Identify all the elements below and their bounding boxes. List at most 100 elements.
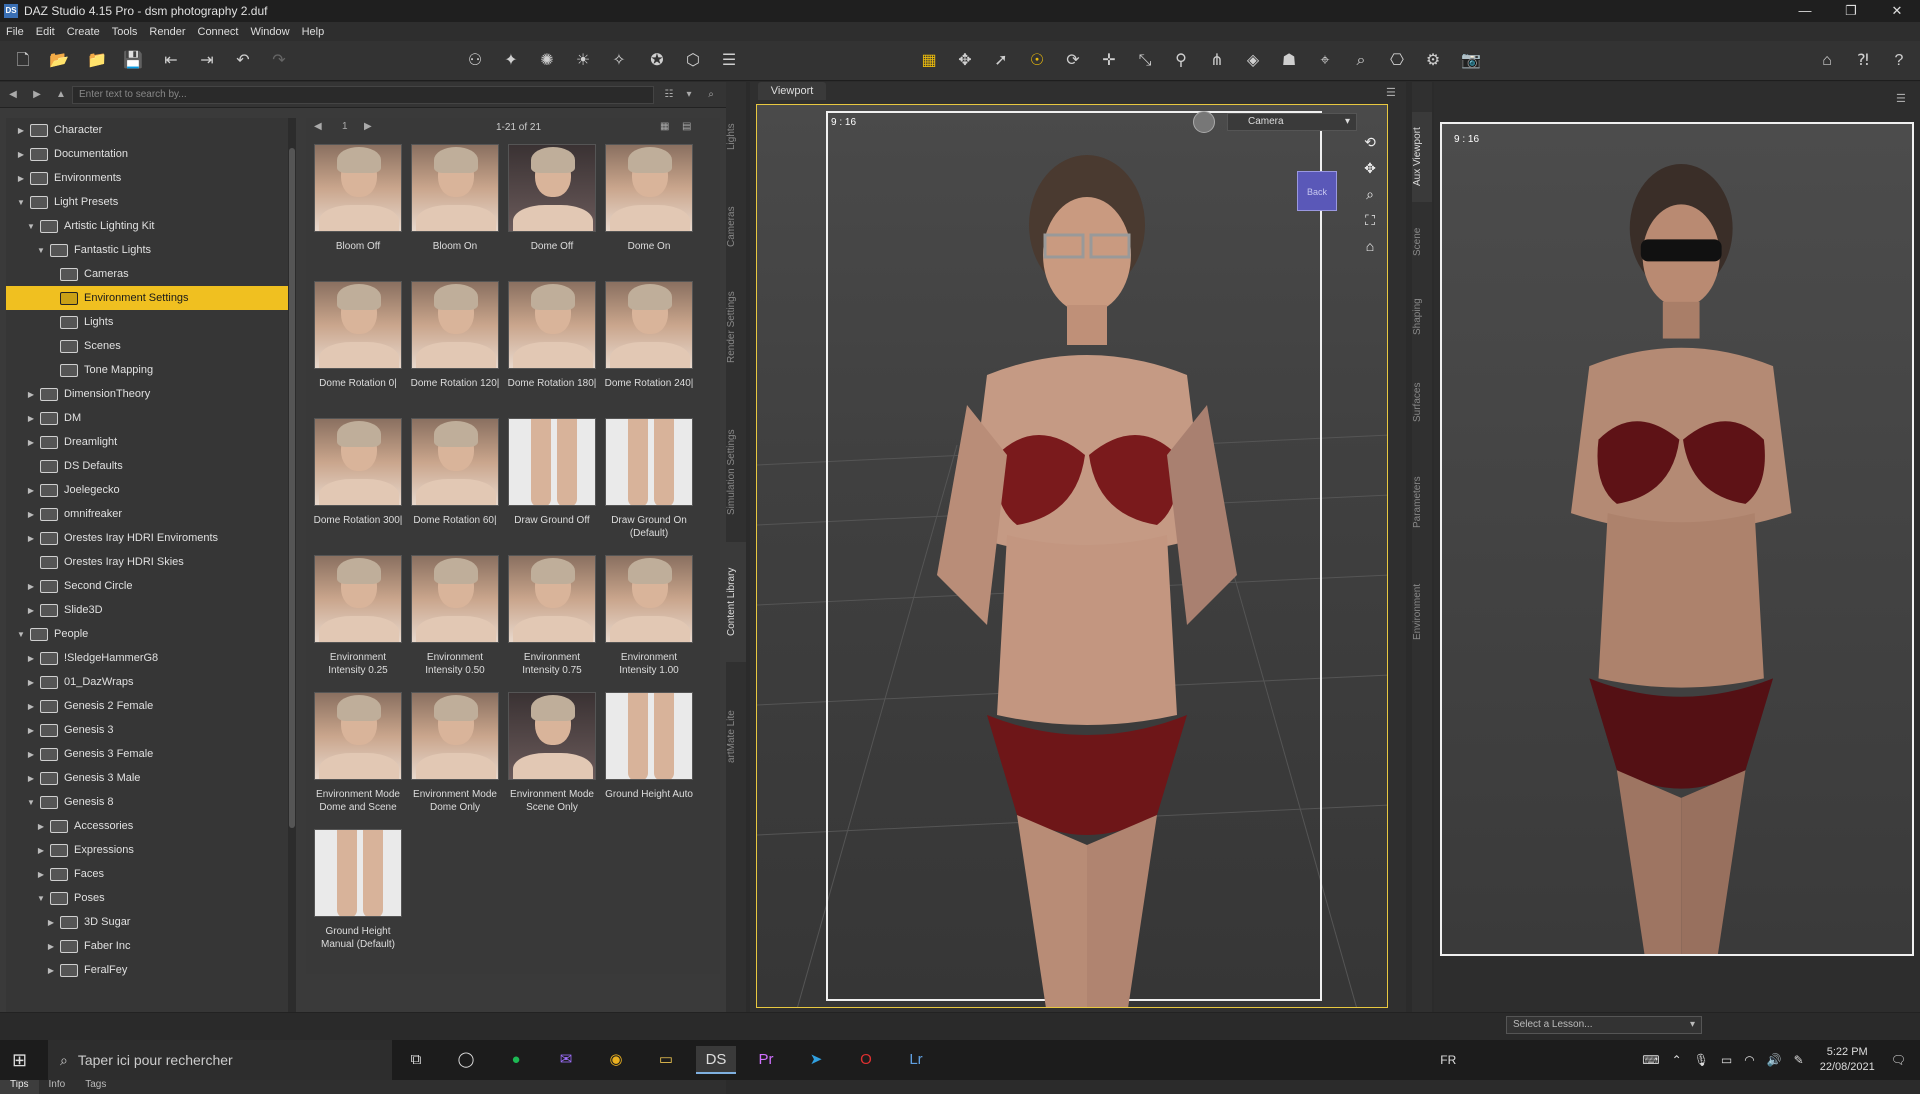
asset-item[interactable]: Environment Intensity 0.25 — [310, 555, 406, 689]
next-page-icon[interactable]: ▶ — [364, 121, 372, 132]
forward-icon[interactable]: ▶ — [30, 88, 44, 102]
asset-item[interactable]: Ground Height Auto — [601, 692, 697, 826]
tab-viewport[interactable]: Viewport — [758, 82, 826, 100]
menu-create[interactable]: Create — [67, 26, 100, 38]
icon-view-icon[interactable]: ▦ — [660, 121, 669, 132]
collapsed-arrow-icon[interactable]: ▶ — [36, 870, 46, 879]
asset-item[interactable]: Environment Intensity 0.50 — [407, 555, 503, 689]
rotate-icon[interactable]: ⟳ — [1062, 50, 1084, 72]
collapsed-arrow-icon[interactable]: ▶ — [26, 486, 36, 495]
keyboard-icon[interactable]: ⌨ — [1642, 1053, 1659, 1067]
save-icon[interactable]: 💾 — [122, 50, 144, 72]
new-file-icon[interactable]: 🗋 — [12, 50, 34, 72]
wifi-icon[interactable]: ◠ — [1744, 1053, 1754, 1067]
distant-light-icon[interactable]: ☀ — [572, 50, 594, 72]
tree-item[interactable]: ▶ Orestes Iray HDRI Enviroments — [6, 526, 288, 550]
tree-item[interactable]: DS Defaults — [6, 454, 288, 478]
vtab-surfaces[interactable]: Surfaces — [1412, 362, 1432, 442]
asset-item[interactable]: Dome Rotation 240| — [601, 281, 697, 415]
opera-icon[interactable]: O — [846, 1046, 886, 1074]
tree-item[interactable]: ▶ !SledgeHammerG8 — [6, 646, 288, 670]
help-icon[interactable]: ? — [1888, 50, 1910, 72]
region-navigator-icon[interactable]: ☗ — [1278, 50, 1300, 72]
undo-icon[interactable]: ↶ — [232, 50, 254, 72]
lesson-dropdown[interactable]: Select a Lesson... ▾ — [1506, 1016, 1702, 1034]
tree-item[interactable]: ▶ Faber Inc — [6, 934, 288, 958]
camera-icon[interactable]: ⌖ — [1314, 50, 1336, 72]
expanded-arrow-icon[interactable]: ▼ — [26, 798, 36, 807]
collapsed-arrow-icon[interactable]: ▶ — [26, 414, 36, 423]
geometry-editor-icon[interactable]: ⋔ — [1206, 50, 1228, 72]
lightroom-icon[interactable]: Lr — [896, 1046, 936, 1074]
open-file-icon[interactable]: 📂 — [48, 50, 70, 72]
expanded-arrow-icon[interactable]: ▼ — [36, 246, 46, 255]
vtab-environment[interactable]: Environment — [1412, 562, 1432, 662]
search-icon[interactable]: ⌕ — [704, 88, 718, 102]
collapsed-arrow-icon[interactable]: ▶ — [26, 726, 36, 735]
render-icon[interactable]: 📷 — [1460, 50, 1482, 72]
aux-menu-icon[interactable]: ☰ — [1896, 92, 1906, 105]
collapsed-arrow-icon[interactable]: ▶ — [16, 126, 26, 135]
collapsed-arrow-icon[interactable]: ▶ — [26, 438, 36, 447]
view-dropdown-icon[interactable]: ▾ — [682, 88, 696, 102]
expanded-arrow-icon[interactable]: ▼ — [16, 630, 26, 639]
tree-item[interactable]: Orestes Iray HDRI Skies — [6, 550, 288, 574]
collapsed-arrow-icon[interactable]: ▶ — [26, 534, 36, 543]
asset-item[interactable]: Environment Intensity 1.00 — [601, 555, 697, 689]
tree-item[interactable]: ▼ People — [6, 622, 288, 646]
draw-style-icon[interactable] — [1193, 111, 1215, 133]
collapsed-arrow-icon[interactable]: ▶ — [36, 846, 46, 855]
vtab-render-settings[interactable]: Render Settings — [726, 272, 746, 382]
expanded-arrow-icon[interactable]: ▼ — [36, 894, 46, 903]
asset-item[interactable]: Bloom On — [407, 144, 503, 278]
menu-tools[interactable]: Tools — [112, 26, 138, 38]
tree-item[interactable]: ▶ Second Circle — [6, 574, 288, 598]
asset-item[interactable]: Dome Rotation 0| — [310, 281, 406, 415]
menu-file[interactable]: File — [6, 26, 24, 38]
aux-viewport-canvas[interactable]: 9 : 16 — [1440, 122, 1914, 956]
spot-light-icon[interactable]: ✦ — [500, 50, 522, 72]
chrome-icon[interactable]: ◉ — [596, 1046, 636, 1074]
tree-item[interactable]: ▶ Slide3D — [6, 598, 288, 622]
view-options-icon[interactable]: ☷ — [662, 88, 676, 102]
collapsed-arrow-icon[interactable]: ▶ — [26, 750, 36, 759]
vtab-parameters[interactable]: Parameters — [1412, 452, 1432, 552]
asset-item[interactable]: Dome Off — [504, 144, 600, 278]
reset-view-icon[interactable]: ⌂ — [1361, 237, 1379, 255]
tree-item[interactable]: ▶ Character — [6, 118, 288, 142]
vtab-aux-viewport[interactable]: Aux Viewport — [1412, 112, 1432, 202]
tree-scrollbar[interactable] — [288, 118, 296, 1018]
universal-tool-icon[interactable]: ✥ — [954, 50, 976, 72]
menu-window[interactable]: Window — [250, 26, 289, 38]
asset-item[interactable]: Dome Rotation 300| — [310, 418, 406, 552]
notifications-icon[interactable]: 🗨 — [1891, 1053, 1906, 1067]
vtab-artmate-lite[interactable]: artMate Lite — [726, 672, 746, 802]
vtab-simulation-settings[interactable]: Simulation Settings — [726, 402, 746, 542]
vtab-cameras[interactable]: Cameras — [726, 182, 746, 272]
collapsed-arrow-icon[interactable]: ▶ — [16, 174, 26, 183]
tree-item[interactable]: ▼ Artistic Lighting Kit — [6, 214, 288, 238]
collapsed-arrow-icon[interactable]: ▶ — [26, 702, 36, 711]
collapsed-arrow-icon[interactable]: ▶ — [26, 606, 36, 615]
tree-item[interactable]: ▶ Joelegecko — [6, 478, 288, 502]
tree-item[interactable]: ▶ Faces — [6, 862, 288, 886]
view-cube[interactable]: Back — [1297, 171, 1337, 211]
geometry-icon[interactable]: ⬡ — [682, 50, 704, 72]
spot-render-camera-icon[interactable]: ⎔ — [1386, 50, 1408, 72]
windows-start-icon[interactable]: ⊞ — [12, 1050, 27, 1071]
tree-item[interactable]: ▶ DM — [6, 406, 288, 430]
vtab-shaping[interactable]: Shaping — [1412, 282, 1432, 352]
maximize-button[interactable]: ❐ — [1828, 0, 1874, 22]
export-icon[interactable]: ⇥ — [196, 50, 218, 72]
collapsed-arrow-icon[interactable]: ▶ — [16, 150, 26, 159]
redo-icon[interactable]: ↷ — [268, 50, 290, 72]
tree-item[interactable]: Lights — [6, 310, 288, 334]
viewport-canvas[interactable]: 9 : 16 Camera ▾ Back ⟲ ✥ ⌕ ⛶ ⌂ — [756, 104, 1388, 1008]
tree-item[interactable]: ▶ Genesis 2 Female — [6, 694, 288, 718]
tree-item[interactable]: Scenes — [6, 334, 288, 358]
tree-item[interactable]: ▶ 3D Sugar — [6, 910, 288, 934]
vtab-scene[interactable]: Scene — [1412, 212, 1432, 272]
collapsed-arrow-icon[interactable]: ▶ — [46, 942, 56, 951]
tree-item[interactable]: ▶ FeralFey — [6, 958, 288, 982]
vtab-lights[interactable]: Lights — [726, 112, 746, 162]
